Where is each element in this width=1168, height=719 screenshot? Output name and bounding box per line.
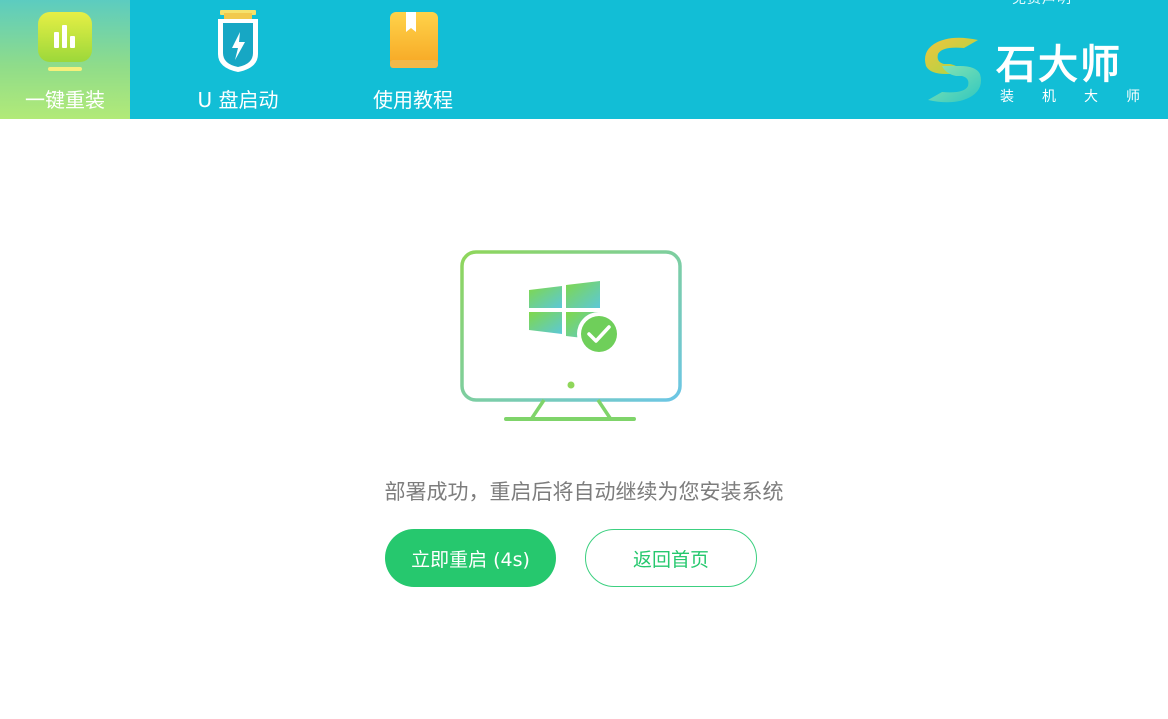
disclaimer-link[interactable]: 免费声明	[1012, 0, 1072, 8]
header-bar: 一键重装 U 盘启动 使用教程 石大师 装 机 大 师	[0, 0, 1168, 119]
tab-tutorial[interactable]: 使用教程	[350, 0, 476, 119]
monitor-windows-check-icon	[460, 250, 682, 421]
book-icon	[390, 12, 438, 68]
brand-subtitle-char: 师	[1126, 89, 1140, 105]
tab-one-click-reinstall-label: 一键重装	[25, 88, 105, 112]
tab-one-click-reinstall[interactable]: 一键重装	[0, 0, 130, 119]
chart-bars-icon	[38, 12, 92, 71]
brand-subtitle-char: 大	[1084, 89, 1098, 105]
brand-subtitle: 装 机 大 师	[1000, 86, 1140, 106]
tab-usb-boot-label: U 盘启动	[197, 88, 279, 112]
status-message: 部署成功，重启后将自动继续为您安装系统	[384, 480, 784, 504]
tab-tutorial-label: 使用教程	[373, 88, 453, 112]
app-window: 一键重装 U 盘启动 使用教程 石大师 装 机 大 师 部署成功，重启后将自动继…	[0, 0, 1168, 719]
brand-subtitle-char: 机	[1042, 89, 1056, 105]
usb-drive-icon	[218, 10, 258, 72]
restart-now-button[interactable]: 立即重启 (4s)	[385, 529, 556, 587]
logo-mark-icon	[925, 37, 981, 103]
brand-subtitle-char: 装	[1000, 89, 1014, 105]
tab-usb-boot[interactable]: U 盘启动	[174, 0, 302, 119]
return-home-button[interactable]: 返回首页	[585, 529, 757, 587]
brand-name: 石大师	[996, 42, 1122, 88]
brand-logo: 石大师 装 机 大 师	[920, 28, 1150, 108]
